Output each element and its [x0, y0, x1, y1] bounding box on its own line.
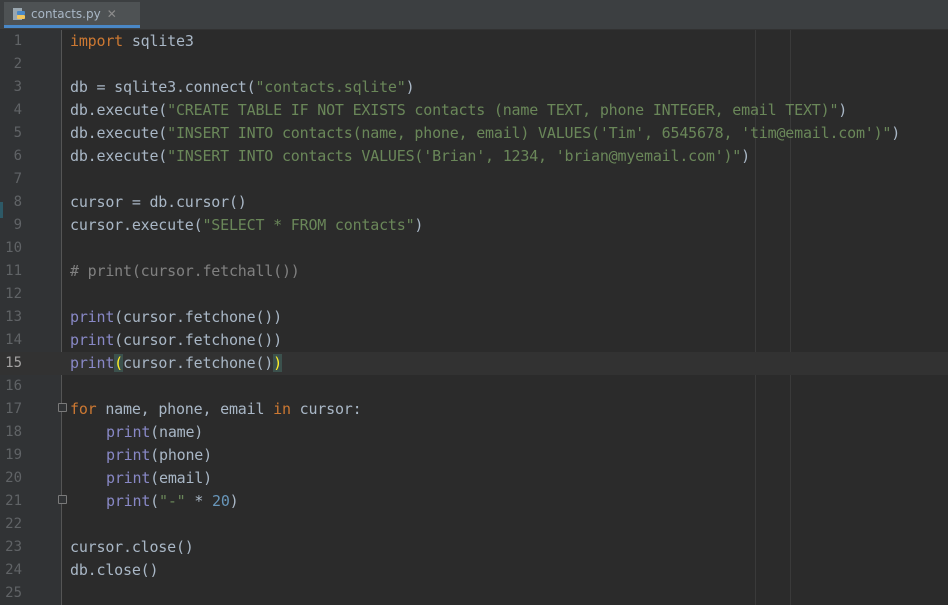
- code-text: db.close(): [70, 561, 159, 579]
- code-text: print(cursor.fetchone()): [70, 331, 282, 349]
- code-line[interactable]: 20 print(email): [0, 467, 948, 490]
- code-text: print(name): [106, 423, 204, 441]
- code-line[interactable]: 8 cursor = db.cursor(): [0, 191, 948, 214]
- code-line[interactable]: 1 import sqlite3: [0, 30, 948, 53]
- code-text: print(email): [106, 469, 212, 487]
- line-number: 19: [5, 447, 22, 463]
- code-text: cursor.close(): [70, 538, 194, 556]
- line-number: 24: [5, 562, 22, 578]
- code-text: print(phone): [106, 446, 212, 464]
- code-line[interactable]: 17 for name, phone, email in cursor:: [0, 398, 948, 421]
- code-text: print("-" * 20): [106, 492, 239, 510]
- line-number: 15: [5, 355, 22, 371]
- code-text: db = sqlite3.connect("contacts.sqlite"): [70, 78, 415, 96]
- line-number: 17: [5, 401, 22, 417]
- line-number: 12: [5, 286, 22, 302]
- line-number: 4: [13, 102, 22, 118]
- code-line[interactable]: 22: [0, 513, 948, 536]
- code-line[interactable]: 18 print(name): [0, 421, 948, 444]
- matched-brace: ): [273, 354, 282, 372]
- code-line[interactable]: 11 # print(cursor.fetchall()): [0, 260, 948, 283]
- code-line[interactable]: 14 print(cursor.fetchone()): [0, 329, 948, 352]
- line-number: 20: [5, 470, 22, 486]
- python-file-icon: [13, 7, 25, 20]
- code-text: db.execute("CREATE TABLE IF NOT EXISTS c…: [70, 101, 848, 119]
- editor-tab-bar: contacts.py ✕: [0, 0, 948, 30]
- tab-label: contacts.py: [31, 6, 101, 21]
- line-number: 25: [5, 585, 22, 601]
- code-line[interactable]: 16: [0, 375, 948, 398]
- fold-end-marker-icon[interactable]: [58, 495, 67, 504]
- line-number: 16: [5, 378, 22, 394]
- code-line[interactable]: 10: [0, 237, 948, 260]
- line-number: 1: [13, 33, 22, 49]
- line-number: 22: [5, 516, 22, 532]
- line-number: 18: [5, 424, 22, 440]
- code-line[interactable]: 23 cursor.close(): [0, 536, 948, 559]
- code-line[interactable]: 3 db = sqlite3.connect("contacts.sqlite"…: [0, 76, 948, 99]
- code-text: cursor.execute("SELECT * FROM contacts"): [70, 216, 424, 234]
- code-text: db.execute("INSERT INTO contacts(name, p…: [70, 124, 901, 142]
- code-text: print(cursor.fetchone()): [70, 354, 282, 372]
- code-line[interactable]: 5 db.execute("INSERT INTO contacts(name,…: [0, 122, 948, 145]
- current-code-line[interactable]: 15 print(cursor.fetchone()): [0, 352, 948, 375]
- line-number: 21: [5, 493, 22, 509]
- code-line[interactable]: 25: [0, 582, 948, 605]
- code-line[interactable]: 9 cursor.execute("SELECT * FROM contacts…: [0, 214, 948, 237]
- code-line[interactable]: 7: [0, 168, 948, 191]
- line-number: 6: [13, 148, 22, 164]
- code-line[interactable]: 6 db.execute("INSERT INTO contacts VALUE…: [0, 145, 948, 168]
- code-text: import sqlite3: [70, 32, 194, 50]
- matched-brace: (: [114, 354, 123, 372]
- code-text: print(cursor.fetchone()): [70, 308, 282, 326]
- line-number: 2: [13, 56, 22, 72]
- code-line[interactable]: 12: [0, 283, 948, 306]
- line-number: 5: [13, 125, 22, 141]
- code-line[interactable]: 4 db.execute("CREATE TABLE IF NOT EXISTS…: [0, 99, 948, 122]
- tab-contacts-py[interactable]: contacts.py ✕: [4, 2, 140, 28]
- code-line[interactable]: 24 db.close(): [0, 559, 948, 582]
- fold-marker-icon[interactable]: [58, 403, 67, 412]
- code-comment: # print(cursor.fetchall()): [70, 262, 300, 280]
- code-line[interactable]: 2: [0, 53, 948, 76]
- line-number: 13: [5, 309, 22, 325]
- code-line[interactable]: 13 print(cursor.fetchone()): [0, 306, 948, 329]
- line-number: 14: [5, 332, 22, 348]
- code-line[interactable]: 19 print(phone): [0, 444, 948, 467]
- code-text: for name, phone, email in cursor:: [70, 400, 362, 418]
- line-number: 23: [5, 539, 22, 555]
- line-number: 10: [5, 240, 22, 256]
- line-number: 9: [13, 217, 22, 233]
- code-line[interactable]: 21 print("-" * 20): [0, 490, 948, 513]
- line-number: 3: [13, 79, 22, 95]
- line-number: 8: [13, 194, 22, 210]
- line-number: 7: [13, 171, 22, 187]
- line-number: 11: [5, 263, 22, 279]
- code-text: cursor = db.cursor(): [70, 193, 247, 211]
- close-icon[interactable]: ✕: [107, 7, 117, 21]
- code-text: db.execute("INSERT INTO contacts VALUES(…: [70, 147, 750, 165]
